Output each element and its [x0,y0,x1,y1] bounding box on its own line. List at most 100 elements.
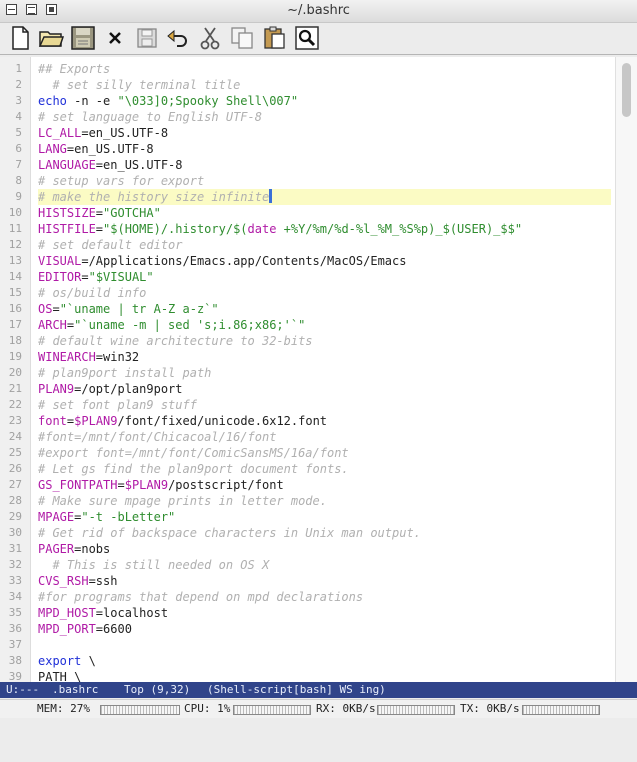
code-line[interactable]: # Let gs find the plan9port document fon… [38,461,611,477]
undo-icon[interactable] [165,25,191,51]
code-token: "\033]0;Spooky Shell\007" [117,94,299,108]
code-line[interactable]: PATH \ [38,669,611,682]
line-number: 8 [15,174,22,187]
code-line[interactable]: LANG=en_US.UTF-8 [38,141,611,157]
code-token: = [52,302,60,316]
line-number: 21 [8,382,22,395]
code-token: date [247,222,277,236]
code-line[interactable]: MPD_PORT=6600 [38,621,611,637]
line-number: 3 [15,94,22,107]
mem-readout: MEM: 27% [37,702,90,715]
code-line[interactable]: HISTFILE="$(HOME)/.history/$(date +%Y/%m… [38,221,611,237]
cpu-readout: CPU: 1% [184,702,231,715]
tx-graph [522,705,600,715]
code-line[interactable]: LANGUAGE=en_US.UTF-8 [38,157,611,173]
line-number-gutter: 1 2 3 4 5 6 7 8 9 10 11 12 13 14 15 16 17 18 19 20 21 22 23 24 2… [0,57,31,682]
code-token: export [38,654,82,668]
cpu-graph [233,705,311,715]
text-cursor [269,189,273,203]
code-line[interactable] [38,637,611,653]
code-token: # make the history size infinite [38,190,270,204]
line-number: 37 [8,638,22,651]
code-line[interactable]: # plan9port install path [38,365,611,381]
code-token: LC_ALL [38,126,82,140]
code-token: PATH \ [38,670,82,682]
code-token: # setup vars for export [38,174,205,188]
line-number: 14 [8,270,22,283]
save-disk-icon[interactable] [70,25,96,51]
line-number: 34 [8,590,22,603]
code-line[interactable]: LC_ALL=en_US.UTF-8 [38,125,611,141]
code-token: "`uname | tr A-Z a-z`" [59,302,219,316]
rx-readout: RX: 0KB/s [316,702,376,715]
code-token: CVS_RSH [38,574,89,588]
code-line[interactable]: PAGER=nobs [38,541,611,557]
code-line[interactable]: CVS_RSH=ssh [38,573,611,589]
code-line[interactable]: MPD_HOST=localhost [38,605,611,621]
paste-icon[interactable] [261,25,287,51]
code-token: WINEARCH [38,350,96,364]
line-number: 9 [15,190,22,203]
code-line[interactable]: echo -n -e "\033]0;Spooky Shell\007" [38,93,611,109]
code-token: -n -e [66,94,118,108]
line-number: 20 [8,366,22,379]
code-line[interactable]: GS_FONTPATH=$PLAN9/postscript/font [38,477,611,493]
code-line[interactable]: export \ [38,653,611,669]
line-number: 36 [8,622,22,635]
code-line[interactable]: ARCH="`uname -m | sed 's;i.86;x86;'`" [38,317,611,333]
line-number: 27 [8,478,22,491]
line-number: 28 [8,494,22,507]
editor-area[interactable]: 1 2 3 4 5 6 7 8 9 10 11 12 13 14 15 16 17 18 19 20 21 22 23 24 2… [0,57,637,682]
save-as-icon[interactable] [134,25,160,51]
code-line[interactable]: PLAN9=/opt/plan9port [38,381,611,397]
code-line[interactable]: MPAGE="-t -bLetter" [38,509,611,525]
code-line[interactable]: # Get rid of backspace characters in Uni… [38,525,611,541]
close-x-icon[interactable] [102,25,128,51]
code-line[interactable]: #export font=/mnt/font/ComicSansMS/16a/f… [38,445,611,461]
scrollbar-thumb[interactable] [622,63,631,117]
line-number: 33 [8,574,22,587]
code-line[interactable]: #for programs that depend on mpd declara… [38,589,611,605]
code-token: # set silly terminal title [38,78,241,92]
line-number: 2 [15,78,22,91]
code-line[interactable]: # set language to English UTF-8 [38,109,611,125]
code-line[interactable]: # set font plan9 stuff [38,397,611,413]
code-line[interactable]: # os/build info [38,285,611,301]
code-line[interactable]: #font=/mnt/font/Chicacoal/16/font [38,429,611,445]
line-number: 7 [15,158,22,171]
code-line[interactable]: HISTSIZE="GOTCHA" [38,205,611,221]
copy-icon[interactable] [229,25,255,51]
line-number: 6 [15,142,22,155]
code-line[interactable]: font=$PLAN9/font/fixed/unicode.6x12.font [38,413,611,429]
code-line[interactable]: # This is still needed on OS X [38,557,611,573]
code-token: = [95,222,104,236]
current-code-line[interactable]: # make the history size infinite [38,189,611,205]
code-token: font [38,414,67,428]
code-token: VISUAL [38,254,82,268]
code-line[interactable]: VISUAL=/Applications/Emacs.app/Contents/… [38,253,611,269]
code-line[interactable]: # set default editor [38,237,611,253]
code-token: MPD_PORT [38,622,96,636]
line-number: 23 [8,414,22,427]
code-line[interactable]: # setup vars for export [38,173,611,189]
open-folder-icon[interactable] [38,25,64,51]
code-line[interactable]: OS="`uname | tr A-Z a-z`" [38,301,611,317]
code-token: =6600 [95,622,132,636]
code-line[interactable]: ## Exports [38,61,611,77]
line-number: 35 [8,606,22,619]
code-token: /font/fixed/unicode.6x12.font [117,414,328,428]
cut-icon[interactable] [197,25,223,51]
vertical-scrollbar[interactable] [615,57,637,682]
code-token: # set font plan9 stuff [38,398,197,412]
code-line[interactable]: # default wine architecture to 32-bits [38,333,611,349]
code-line[interactable]: WINEARCH=win32 [38,349,611,365]
code-line[interactable]: # Make sure mpage prints in letter mode. [38,493,611,509]
search-icon[interactable] [294,25,320,51]
new-file-icon[interactable] [7,25,33,51]
code-line[interactable]: # set silly terminal title [38,77,611,93]
code-token: MPAGE [38,510,75,524]
code-token: +%Y/%m/%d-%l_%M_%S%p)_$(USER)_$$" [276,222,523,236]
code-token: "`uname -m | sed 's;i.86;x86;'`" [74,318,306,332]
code-line[interactable]: EDITOR="$VISUAL" [38,269,611,285]
buffer-name: .bashrc [52,683,99,696]
